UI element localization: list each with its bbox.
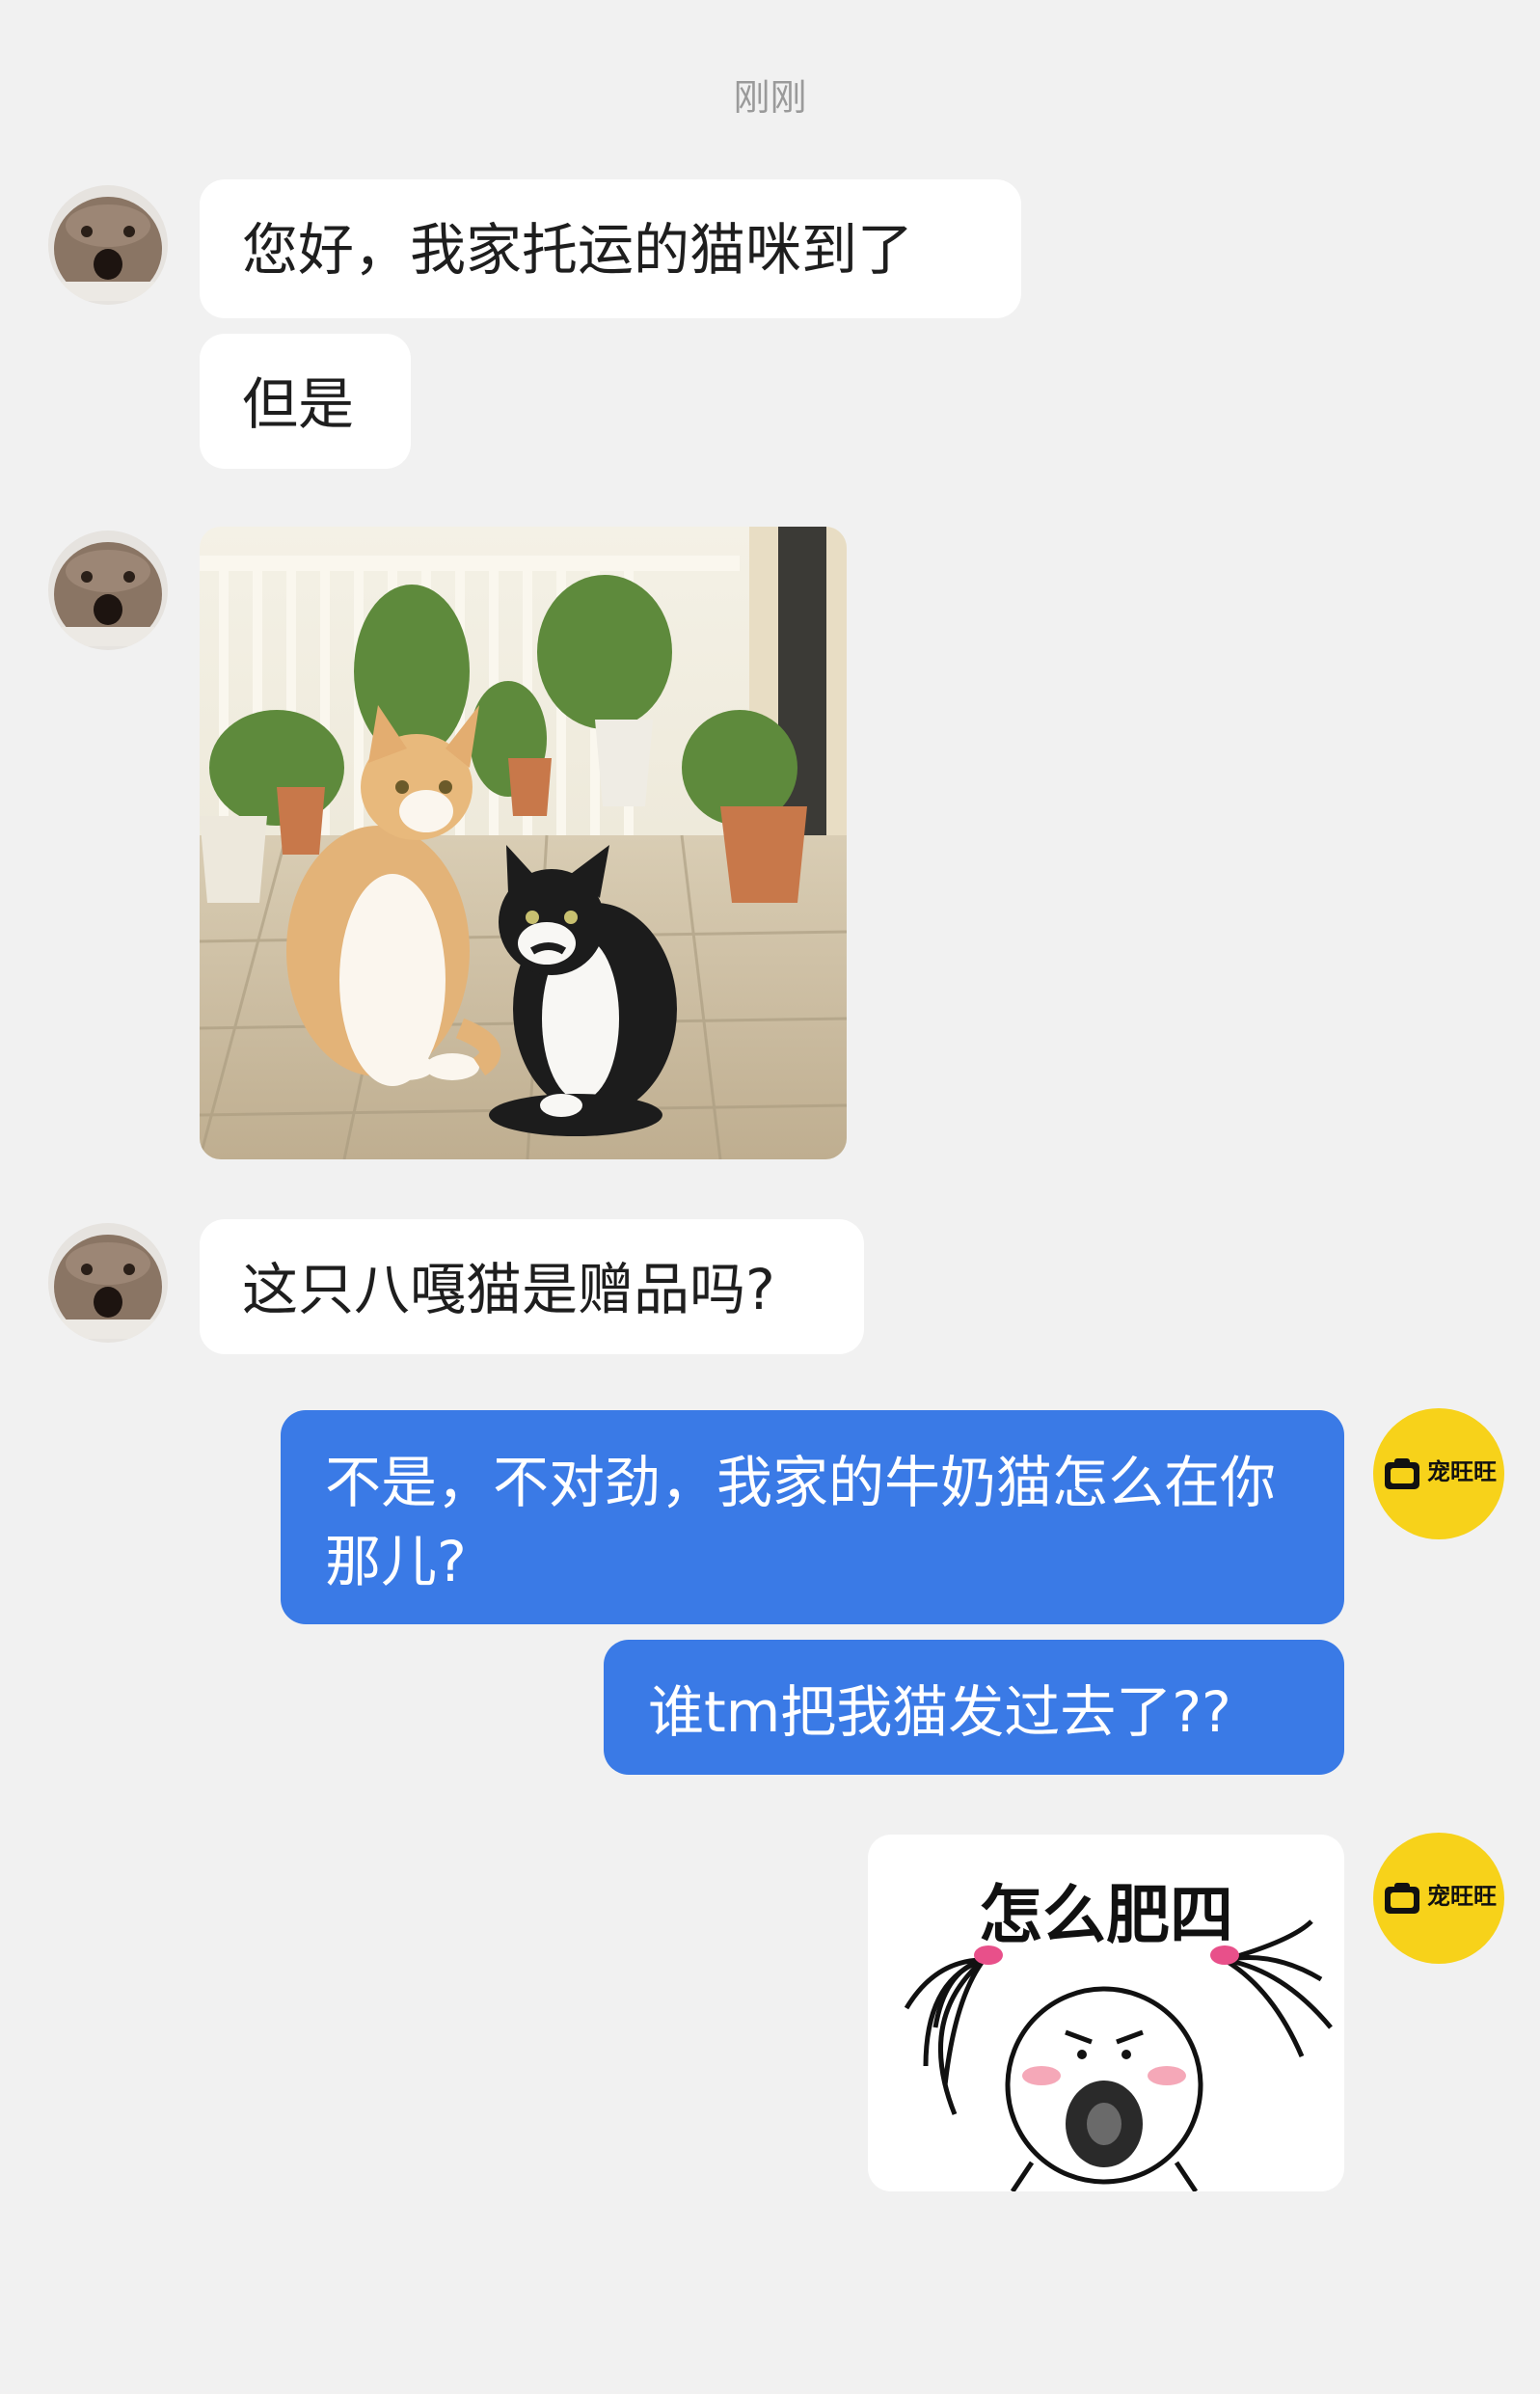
message-text: 这只八嘎猫是赠品吗? bbox=[242, 1257, 775, 1322]
timestamp: 刚刚 bbox=[733, 76, 807, 119]
contact-avatar[interactable] bbox=[48, 1223, 168, 1343]
message-text: 不是，不对劲，我家的牛奶猫怎么在你那儿? bbox=[325, 1450, 1277, 1594]
cat-photo-message[interactable] bbox=[200, 527, 847, 1159]
message-bubble-6[interactable]: 谁tm把我猫发过去了?? bbox=[604, 1640, 1344, 1775]
contact-avatar[interactable] bbox=[48, 530, 168, 650]
sticker-message[interactable]: 怎么肥四 bbox=[868, 1835, 1344, 2191]
message-text: 但是 bbox=[242, 371, 355, 437]
message-bubble-5[interactable]: 不是，不对劲，我家的牛奶猫怎么在你那儿? bbox=[281, 1410, 1344, 1624]
shop-logo-icon bbox=[1385, 1458, 1419, 1489]
message-text: 谁tm把我猫发过去了?? bbox=[648, 1679, 1231, 1745]
shop-avatar[interactable]: 宠旺旺 bbox=[1373, 1833, 1504, 1964]
message-bubble-4[interactable]: 这只八嘎猫是赠品吗? bbox=[200, 1219, 864, 1354]
shop-name: 宠旺旺 bbox=[1427, 1458, 1497, 1485]
message-bubble-1[interactable]: 您好，我家托运的猫咪到了 bbox=[200, 179, 1021, 318]
shop-name: 宠旺旺 bbox=[1427, 1883, 1497, 1910]
shop-logo-icon bbox=[1385, 1883, 1419, 1914]
shop-avatar[interactable]: 宠旺旺 bbox=[1373, 1408, 1504, 1539]
message-text: 您好，我家托运的猫咪到了 bbox=[242, 217, 914, 283]
contact-avatar[interactable] bbox=[48, 185, 168, 305]
message-bubble-2[interactable]: 但是 bbox=[200, 334, 411, 469]
meme-face-image bbox=[904, 1919, 1333, 2191]
cats-balcony-image bbox=[200, 527, 847, 1159]
